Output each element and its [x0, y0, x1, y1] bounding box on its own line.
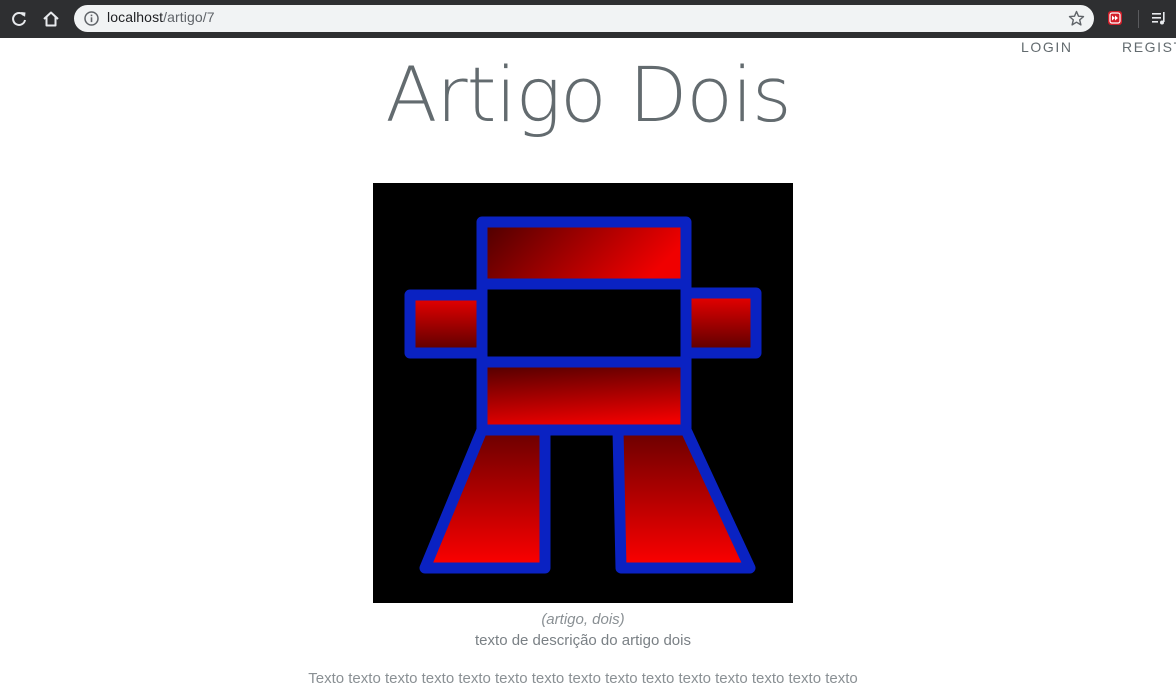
robot-illustration — [404, 216, 762, 574]
article-image — [373, 183, 793, 603]
article-title: Artigo Dois — [385, 50, 791, 139]
info-icon[interactable] — [83, 10, 100, 27]
browser-toolbar: localhost/artigo/7 — [0, 0, 1176, 38]
article-body: Texto texto texto texto texto texto text… — [308, 670, 858, 687]
url-path: /artigo/7 — [163, 9, 215, 25]
toolbar-separator — [1138, 10, 1139, 28]
bookmark-star-icon[interactable] — [1068, 10, 1085, 27]
article-description: texto de descrição do artigo dois — [475, 632, 691, 649]
address-bar[interactable]: localhost/artigo/7 — [74, 5, 1094, 32]
url-text[interactable]: localhost/artigo/7 — [107, 9, 215, 25]
article-tags: (artigo, dois) — [541, 611, 625, 628]
home-icon[interactable] — [39, 7, 63, 31]
url-host: localhost — [107, 9, 164, 25]
media-queue-icon[interactable] — [1150, 9, 1168, 27]
extension-icon[interactable] — [1107, 10, 1123, 26]
reload-icon[interactable] — [7, 7, 31, 31]
